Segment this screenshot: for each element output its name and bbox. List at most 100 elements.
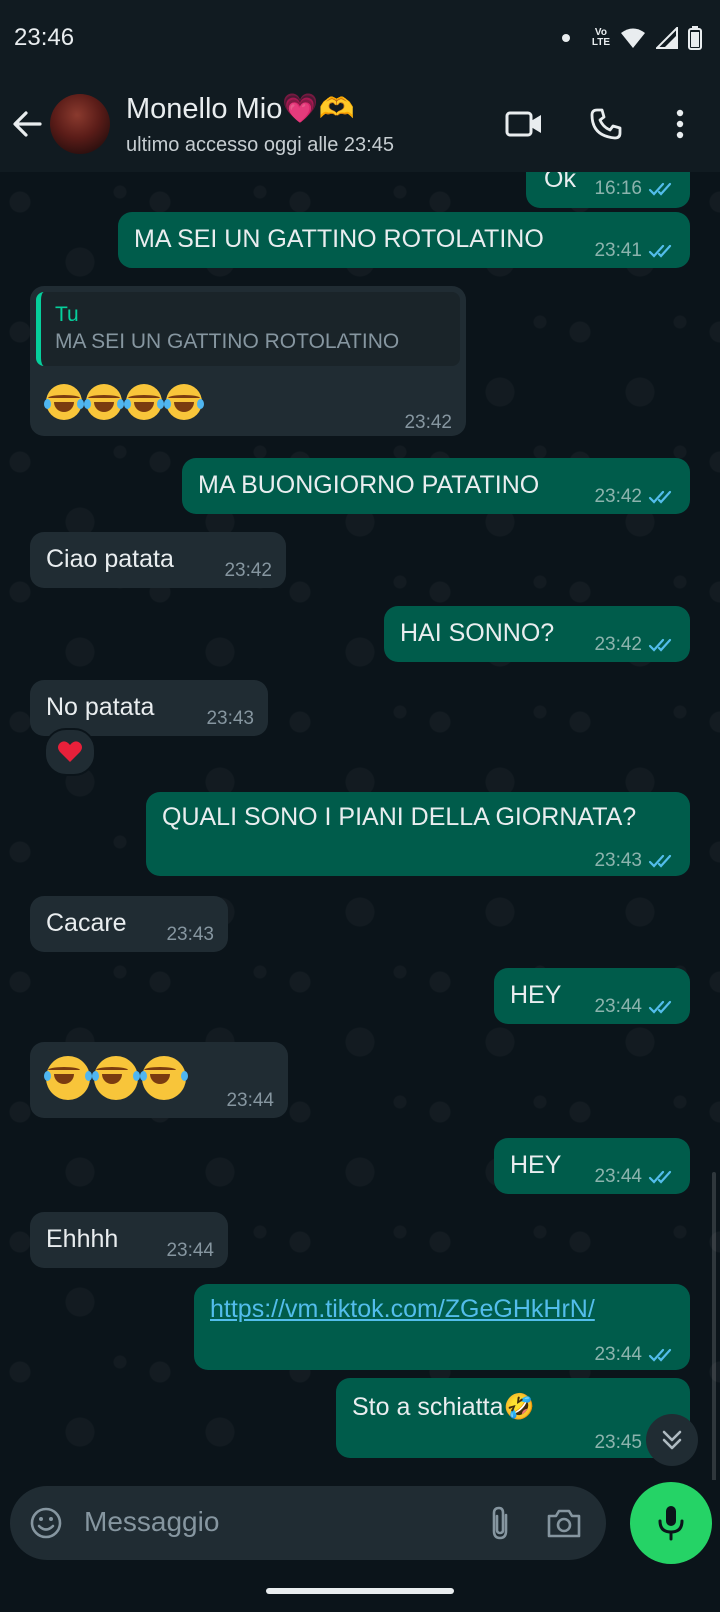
message-meta: 23:43: [206, 704, 254, 734]
message-reaction[interactable]: [44, 728, 96, 776]
tears-of-joy-emoji-icon: [140, 1056, 188, 1100]
message-outgoing[interactable]: https://vm.tiktok.com/ZGeGHkHrN/ 23:44: [194, 1284, 690, 1370]
chat-area[interactable]: Ok 16:16 MA SEI UN GATTINO ROTOLATINO 23…: [0, 172, 720, 1480]
message-time: 23:42: [594, 486, 642, 507]
message-text: HEY: [510, 981, 562, 1009]
read-ticks-icon: [648, 1170, 672, 1184]
message-link[interactable]: https://vm.tiktok.com/ZGeGHkHrN/: [210, 1294, 595, 1324]
message-meta: 23:42: [224, 556, 272, 586]
read-ticks-icon: [648, 1000, 672, 1014]
message-text: MA BUONGIORNO PATATINO: [198, 471, 540, 499]
tears-of-joy-emoji-icon: [124, 384, 164, 420]
message-text: Cacare: [46, 909, 127, 937]
message-meta: 23:44: [594, 1162, 676, 1192]
back-button[interactable]: [10, 102, 50, 146]
status-icons: Vo LTE: [561, 24, 702, 52]
message-outgoing[interactable]: HAI SONNO? 23:42: [384, 606, 690, 662]
quote-author: Tu: [55, 303, 79, 326]
message-emoji-row: [44, 384, 206, 420]
message-meta: 23:44: [594, 992, 676, 1022]
system-nav-bar: [0, 1570, 720, 1612]
read-ticks-icon: [648, 244, 672, 258]
message-meta: 23:42: [594, 482, 676, 512]
message-emoji-row: [44, 1056, 190, 1100]
message-outgoing[interactable]: HEY 23:44: [494, 968, 690, 1024]
message-text: Ciao patata: [46, 545, 174, 573]
message-time: 23:44: [166, 1240, 214, 1261]
message-incoming[interactable]: 23:44: [30, 1042, 288, 1118]
message-input[interactable]: Messaggio: [84, 1506, 219, 1538]
message-time: 23:44: [594, 996, 642, 1017]
message-text: MA SEI UN GATTINO ROTOLATINO: [134, 225, 544, 253]
phone-icon: [590, 108, 622, 140]
tears-of-joy-emoji-icon: [44, 384, 84, 420]
message-meta: 16:16: [594, 174, 676, 204]
emoji-icon: [30, 1507, 62, 1539]
message-outgoing[interactable]: Ok 16:16: [526, 172, 690, 208]
voice-message-button[interactable]: [630, 1482, 712, 1564]
wifi-icon: [621, 28, 645, 48]
message-time: 23:44: [594, 1166, 642, 1187]
message-incoming[interactable]: Cacare 23:43: [30, 896, 228, 952]
attach-button[interactable]: [480, 1503, 520, 1543]
message-incoming[interactable]: Ehhhh 23:44: [30, 1212, 228, 1268]
tears-of-joy-emoji-icon: [84, 384, 124, 420]
message-text: Sto a schiatta🤣: [352, 1393, 535, 1421]
tears-of-joy-emoji-icon: [92, 1056, 140, 1100]
message-time: 23:43: [166, 924, 214, 945]
tears-of-joy-emoji-icon: [164, 384, 204, 420]
message-meta: 23:44: [594, 1340, 676, 1370]
emoji-button[interactable]: [26, 1503, 66, 1543]
last-seen[interactable]: ultimo accesso oggi alle 23:45: [126, 134, 394, 157]
tears-of-joy-emoji-icon: [44, 1056, 92, 1100]
message-time: 16:16: [594, 178, 642, 199]
video-call-button[interactable]: [502, 102, 546, 146]
more-vert-icon: [676, 109, 684, 139]
message-text: QUALI SONO I PIANI DELLA GIORNATA?: [162, 803, 637, 831]
message-outgoing[interactable]: MA SEI UN GATTINO ROTOLATINO 23:41: [118, 212, 690, 268]
message-text: HAI SONNO?: [400, 619, 555, 647]
message-text: Ehhhh: [46, 1225, 119, 1253]
scroll-to-bottom-button[interactable]: [646, 1414, 698, 1466]
read-ticks-icon: [648, 1348, 672, 1362]
message-outgoing[interactable]: Sto a schiatta🤣 23:45: [336, 1378, 690, 1458]
microphone-icon: [658, 1506, 684, 1541]
camera-button[interactable]: [544, 1503, 584, 1543]
volte-icon: Vo LTE: [591, 27, 610, 48]
message-time: 23:45: [594, 1432, 642, 1453]
message-time: 23:44: [594, 1344, 642, 1365]
message-meta: 23:44: [166, 1236, 214, 1266]
message-text: HEY: [510, 1151, 562, 1179]
message-meta: 23:42: [404, 408, 452, 438]
message-outgoing[interactable]: HEY 23:44: [494, 1138, 690, 1194]
battery-icon: [688, 26, 702, 50]
message-time: 23:43: [594, 850, 642, 871]
message-outgoing[interactable]: MA BUONGIORNO PATATINO 23:42: [182, 458, 690, 514]
message-time: 23:41: [594, 240, 642, 261]
message-outgoing[interactable]: QUALI SONO I PIANI DELLA GIORNATA? 23:43: [146, 792, 690, 876]
overflow-menu-button[interactable]: [658, 102, 702, 146]
contact-avatar[interactable]: [50, 94, 110, 154]
chat-scrollbar[interactable]: [712, 1172, 716, 1480]
read-ticks-icon: [648, 182, 672, 196]
read-ticks-icon: [648, 854, 672, 868]
heart-icon: [58, 741, 82, 762]
message-time: 23:42: [594, 634, 642, 655]
quoted-message[interactable]: Tu MA SEI UN GATTINO ROTOLATINO: [36, 292, 460, 366]
message-composer: Messaggio: [10, 1486, 606, 1560]
message-meta: 23:44: [226, 1086, 274, 1116]
signal-icon: [656, 27, 678, 49]
home-indicator[interactable]: [266, 1588, 454, 1594]
back-arrow-icon: [13, 111, 42, 137]
message-incoming-reply[interactable]: Tu MA SEI UN GATTINO ROTOLATINO 23:42: [30, 286, 466, 436]
message-incoming[interactable]: Ciao patata 23:42: [30, 532, 286, 588]
video-camera-icon: [505, 111, 541, 137]
message-time: 23:42: [404, 412, 452, 433]
quote-text: MA SEI UN GATTINO ROTOLATINO: [55, 330, 400, 353]
contact-name[interactable]: Monello Mio💗🫶: [126, 92, 355, 126]
chat-header: Monello Mio💗🫶 ultimo accesso oggi alle 2…: [0, 76, 720, 172]
message-time: 23:42: [224, 560, 272, 581]
message-time: 23:44: [226, 1090, 274, 1111]
voice-call-button[interactable]: [584, 102, 628, 146]
notification-dot-icon: [561, 34, 570, 42]
